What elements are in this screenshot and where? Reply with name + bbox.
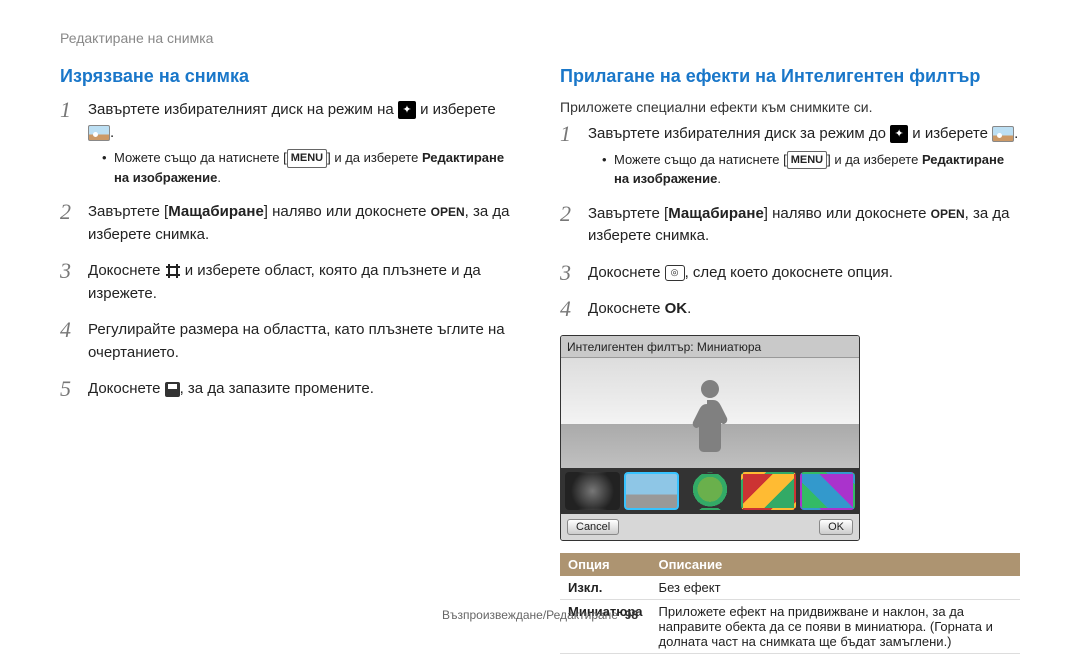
silhouette-icon [680,376,740,454]
filter-item-4[interactable] [741,472,796,510]
left-step-1-sub: Можете също да натиснете [MENU] и да изб… [102,148,520,187]
filter-item-1[interactable] [565,472,620,510]
photo-thumb-icon [88,125,110,141]
right-step-4: Докоснете OK. [588,298,1020,321]
page-footer: Възпроизвеждане/Редактиране 98 [0,608,1080,622]
left-column: Изрязване на снимка 1 Завъртете избирате… [60,66,520,654]
left-step-5: Докоснете , за да запазите промените. [88,378,520,401]
table-row: Изкл. Без ефект [560,576,1020,600]
left-step-2: Завъртете [Мащабиране] наляво или докосн… [88,201,520,246]
screen-main [561,358,859,468]
cancel-button[interactable]: Cancel [567,519,619,535]
th-desc: Описание [651,553,1020,576]
left-step-3: Докоснете и изберете област, която да пл… [88,260,520,305]
options-table: Опция Описание Изкл. Без ефект Миниатюра… [560,553,1020,654]
filter-item-2-selected[interactable] [624,472,679,510]
th-option: Опция [560,553,651,576]
step-number: 2 [60,201,82,223]
filter-icon: ◎ [665,265,685,281]
right-intro: Приложете специални ефекти към снимките … [560,99,1020,115]
camera-screen-preview: Интелигентен филтър: Миниатюра Cancel OK [560,335,860,541]
left-step-4: Регулирайте размера на областта, като пл… [88,319,520,364]
right-step-1-sub: Можете също да натиснете [MENU] и да изб… [602,150,1020,189]
mode-dial-icon: ✦ [890,125,908,143]
step-number: 4 [60,319,82,341]
photo-thumb-icon [992,126,1014,142]
mode-dial-icon: ✦ [398,101,416,119]
step-number: 1 [560,123,582,145]
step-number: 3 [60,260,82,282]
filter-strip[interactable] [561,468,859,514]
step-number: 3 [560,262,582,284]
filter-item-3[interactable] [683,472,738,510]
step-number: 5 [60,378,82,400]
step-number: 2 [560,203,582,225]
crop-icon [165,263,181,279]
left-step-1: Завъртете избирателният диск на режим на… [88,99,520,187]
ok-icon: OK [665,298,688,321]
menu-icon: MENU [787,151,827,170]
right-column: Прилагане на ефекти на Интелигентен филт… [560,66,1020,654]
step-number: 1 [60,99,82,121]
right-step-1: Завъртете избирателния диск за режим до … [588,123,1020,189]
ok-button[interactable]: OK [819,519,853,535]
menu-icon: MENU [287,149,327,168]
step-number: 4 [560,298,582,320]
right-step-2: Завъртете [Мащабиране] наляво или докосн… [588,203,1020,248]
right-step-3: Докоснете ◎, след което докоснете опция. [588,262,1020,285]
left-title: Изрязване на снимка [60,66,520,87]
filter-item-5[interactable] [800,472,855,510]
screen-label: Интелигентен филтър: Миниатюра [561,336,859,358]
save-icon [165,382,180,397]
right-title: Прилагане на ефекти на Интелигентен филт… [560,66,1020,87]
page-header: Редактиране на снимка [60,30,1020,46]
